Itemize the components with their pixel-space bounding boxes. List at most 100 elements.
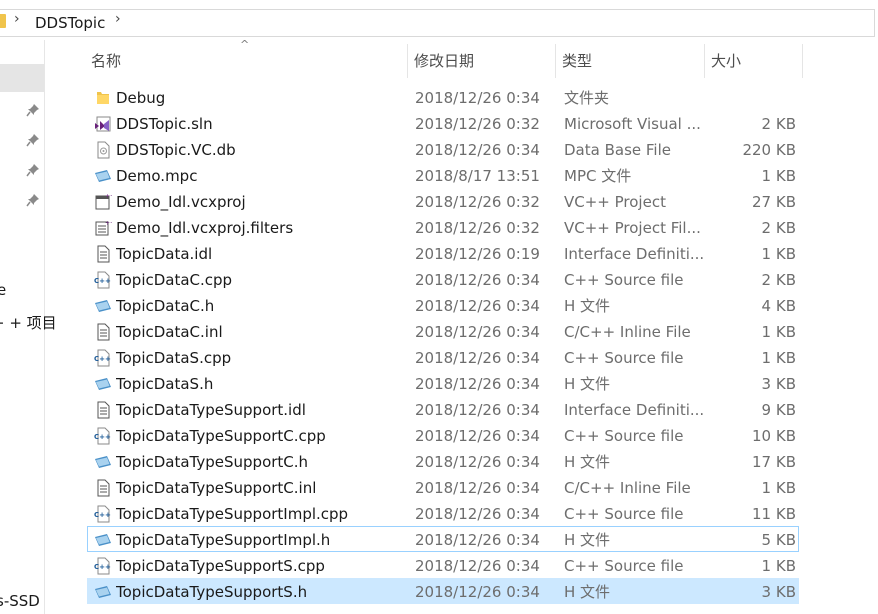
file-date: 2018/12/26 0:34 (415, 141, 540, 159)
cpp-file-icon: C++ (94, 271, 112, 289)
chevron-right-icon[interactable]: › (14, 11, 20, 27)
vcxproj-icon: ++ (94, 193, 115, 211)
file-date: 2018/12/26 0:34 (415, 323, 540, 341)
file-row[interactable]: TopicData.idl 2018/12/26 0:19 Interface De… (87, 240, 799, 266)
cpp-file-icon: C++ (94, 557, 112, 575)
file-type: H 文件 (564, 531, 611, 549)
file-name: TopicDataTypeSupportC.cpp (116, 427, 326, 445)
file-row[interactable]: C++ TopicDataS.cpp 2018/12/26 0:34 C++ Sour… (87, 344, 799, 370)
file-row[interactable]: TopicDataTypeSupportImpl.h 2018/12/26 0:3… (87, 526, 799, 552)
column-divider[interactable] (802, 44, 803, 78)
file-date: 2018/12/26 0:34 (415, 531, 540, 549)
file-name: TopicDataTypeSupport.idl (116, 401, 306, 419)
file-type: MPC 文件 (564, 167, 632, 185)
file-type: VC++ Project (564, 193, 666, 211)
file-date: 2018/12/26 0:34 (415, 349, 540, 367)
breadcrumb-folder[interactable]: DDSTopic (35, 14, 105, 32)
file-row[interactable]: DDSTopic.sln 2018/12/26 0:32 Microsoft Vis… (87, 110, 799, 136)
file-row[interactable]: DDSTopic.VC.db 2018/12/26 0:34 Data Base F… (87, 136, 799, 162)
column-header-size[interactable]: 大小 (707, 44, 803, 78)
file-name: TopicDataC.h (116, 297, 215, 315)
text-file-icon (94, 401, 112, 419)
nav-item-label[interactable]: e (0, 281, 6, 299)
svg-text:C++: C++ (94, 511, 111, 519)
address-box[interactable] (0, 9, 875, 37)
file-row[interactable]: ++ Demo_Idl.vcxproj.filters 2018/12/26 0:3… (87, 214, 799, 240)
file-row[interactable]: C++ TopicDataTypeSupportImpl.cpp 2018/12/2… (87, 500, 799, 526)
file-date: 2018/12/26 0:34 (415, 271, 540, 289)
nav-item-label[interactable]: s-SSD (0, 592, 40, 610)
nav-item-label[interactable]: + + 项目 (0, 312, 57, 333)
file-row[interactable]: TopicDataC.h 2018/12/26 0:34 H 文件 4 KB (87, 292, 799, 318)
file-type: H 文件 (564, 583, 611, 601)
file-row[interactable]: TopicDataTypeSupport.idl 2018/12/26 0:34 I… (87, 396, 799, 422)
column-header-type[interactable]: 类型 (558, 44, 704, 78)
file-date: 2018/12/26 0:34 (415, 427, 540, 445)
file-name: TopicDataTypeSupportS.cpp (116, 557, 325, 575)
column-divider[interactable] (704, 44, 705, 78)
pin-icon[interactable] (26, 103, 40, 117)
file-row[interactable]: ++ Demo_Idl.vcxproj 2018/12/26 0:32 VC++ Pr… (87, 188, 799, 214)
file-name: DDSTopic.sln (116, 115, 213, 133)
file-size: 2 KB (761, 271, 796, 289)
file-name: TopicDataS.cpp (116, 349, 232, 367)
nav-item-selected[interactable] (0, 64, 44, 92)
file-row[interactable]: Demo.mpc 2018/8/17 13:51 MPC 文件 1 KB (87, 162, 799, 188)
generic-file-icon (94, 583, 112, 601)
file-name: TopicDataTypeSupportS.h (116, 583, 308, 601)
pin-icon[interactable] (26, 163, 40, 177)
file-row[interactable]: C++ TopicDataC.cpp 2018/12/26 0:34 C++ Sour… (87, 266, 799, 292)
file-name: TopicDataTypeSupportImpl.cpp (116, 505, 349, 523)
file-name: TopicDataC.inl (116, 323, 223, 341)
file-type: Data Base File (564, 141, 671, 159)
file-row[interactable]: TopicDataTypeSupportC.h 2018/12/26 0:34 H … (87, 448, 799, 474)
generic-file-icon (94, 375, 112, 393)
file-size: 1 KB (761, 323, 796, 341)
file-name: Debug (116, 89, 166, 107)
file-type: C++ Source file (564, 271, 684, 289)
column-header-name[interactable]: 名称 (87, 44, 407, 78)
file-size: 1 KB (761, 557, 796, 575)
file-row[interactable]: TopicDataTypeSupportS.h 2018/12/26 0:34 H … (87, 578, 799, 604)
file-size: 1 KB (761, 245, 796, 263)
file-type: C++ Source file (564, 427, 684, 445)
file-name: TopicDataTypeSupportC.h (116, 453, 309, 471)
visual-studio-solution-icon (94, 115, 112, 133)
file-size (704, 85, 796, 111)
file-row[interactable]: Debug 2018/12/26 0:34 文件夹 (87, 84, 799, 110)
pin-icon[interactable] (26, 133, 40, 147)
file-size: 5 KB (761, 531, 796, 549)
file-date: 2018/12/26 0:34 (415, 479, 540, 497)
file-row[interactable]: TopicDataC.inl 2018/12/26 0:34 C/C++ Inlin… (87, 318, 799, 344)
svg-text:C++: C++ (94, 433, 111, 441)
file-size: 2 KB (761, 115, 796, 133)
file-row[interactable]: C++ TopicDataTypeSupportC.cpp 2018/12/26 0… (87, 422, 799, 448)
pin-icon[interactable] (26, 193, 40, 207)
chevron-right-icon[interactable]: › (115, 11, 121, 27)
file-type: Interface Definiti... (564, 245, 704, 263)
file-row[interactable]: TopicDataTypeSupportC.inl 2018/12/26 0:34… (87, 474, 799, 500)
cpp-file-icon: C++ (94, 349, 112, 367)
folder-icon (94, 89, 112, 107)
file-name: TopicDataS.h (116, 375, 214, 393)
file-name: TopicData.idl (116, 245, 213, 263)
address-bar: › DDSTopic › (0, 0, 878, 40)
file-type: VC++ Project Fil... (564, 219, 701, 237)
file-type: C++ Source file (564, 505, 684, 523)
column-divider[interactable] (555, 44, 556, 78)
cpp-file-icon: C++ (94, 505, 112, 523)
file-size: 220 KB (742, 141, 796, 159)
file-date: 2018/12/26 0:19 (415, 245, 540, 263)
file-size: 4 KB (761, 297, 796, 315)
file-type: Interface Definiti... (564, 401, 704, 419)
column-divider[interactable] (407, 44, 408, 78)
file-type: H 文件 (564, 297, 611, 315)
file-row[interactable]: TopicDataS.h 2018/12/26 0:34 H 文件 3 KB (87, 370, 799, 396)
file-size: 2 KB (761, 219, 796, 237)
file-type: H 文件 (564, 375, 611, 393)
text-file-icon (94, 245, 112, 263)
file-size: 1 KB (761, 167, 796, 185)
file-row[interactable]: C++ TopicDataTypeSupportS.cpp 2018/12/26 0… (87, 552, 799, 578)
column-header-date[interactable]: 修改日期 (410, 44, 555, 78)
svg-text:++: ++ (105, 193, 112, 200)
